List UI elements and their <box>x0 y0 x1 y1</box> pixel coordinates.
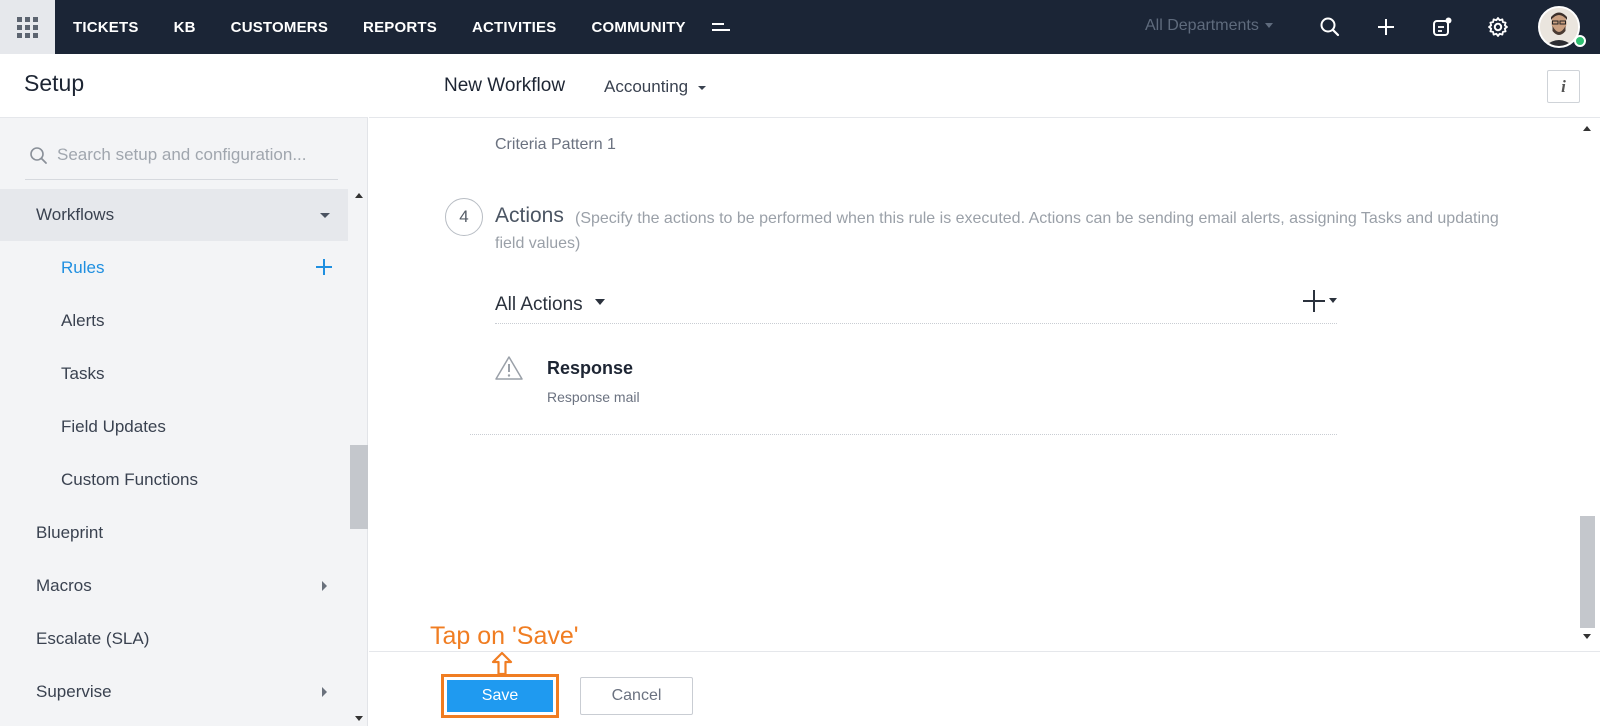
actions-heading: Actions <box>495 204 564 227</box>
action-title[interactable]: Response <box>547 358 633 379</box>
sidebar-item-label: Custom Functions <box>61 470 198 489</box>
plus-icon[interactable] <box>1374 15 1398 39</box>
search-icon <box>30 147 47 164</box>
main-scroll-thumb[interactable] <box>1580 516 1595 628</box>
sidebar-item-label: Rules <box>61 258 105 277</box>
page-title: Setup <box>24 70 85 96</box>
workflow-title: New Workflow <box>444 75 566 96</box>
chevron-down-icon <box>1264 23 1273 29</box>
department-dropdown[interactable]: Accounting <box>604 77 707 97</box>
sidebar-item-label: Macros <box>36 576 92 595</box>
sidebar-item-label: Supervise <box>36 682 112 701</box>
sidebar-scroll-thumb[interactable] <box>350 445 368 529</box>
sidebar-item-label: Escalate (SLA) <box>36 629 150 648</box>
sidebar-item-workflows[interactable]: Workflows <box>0 189 348 241</box>
divider <box>470 434 1337 435</box>
nav-community[interactable]: COMMUNITY <box>591 19 685 36</box>
sidebar-item-tasks[interactable]: Tasks <box>0 348 348 400</box>
add-rule-icon[interactable] <box>315 258 333 276</box>
nav-kb[interactable]: KB <box>174 19 196 36</box>
scroll-down-icon[interactable] <box>1583 634 1591 639</box>
scroll-up-icon[interactable] <box>355 193 363 198</box>
sidebar-item-supervise[interactable]: Supervise <box>0 666 348 718</box>
setup-sidebar: Setup Workflows Rules Alerts Tasks Field… <box>0 54 368 726</box>
step-number: 4 <box>445 198 483 236</box>
search-input[interactable] <box>57 140 337 170</box>
sidebar-item-custom-functions[interactable]: Custom Functions <box>0 454 348 506</box>
sidebar-item-escalate-sla[interactable]: Escalate (SLA) <box>0 613 348 665</box>
chevron-down-icon <box>320 212 330 218</box>
main-nav: TICKETS KB CUSTOMERS REPORTS ACTIVITIES … <box>55 0 731 54</box>
sidebar-item-label: Alerts <box>61 311 105 330</box>
sidebar-item-rules[interactable]: Rules <box>0 242 348 294</box>
warning-icon <box>495 356 523 380</box>
department-label: All Departments <box>1145 17 1259 34</box>
divider <box>495 323 1337 324</box>
save-button[interactable]: Save <box>447 680 553 712</box>
compose-icon[interactable] <box>1430 15 1454 39</box>
chevron-down-icon <box>594 298 605 305</box>
actions-description: (Specify the actions to be performed whe… <box>495 210 1499 252</box>
all-actions-label: All Actions <box>495 294 583 315</box>
nav-tickets[interactable]: TICKETS <box>73 19 139 36</box>
sidebar-item-label: Field Updates <box>61 417 166 436</box>
chevron-right-icon <box>322 581 327 591</box>
nav-reports[interactable]: REPORTS <box>363 19 437 36</box>
scroll-up-icon[interactable] <box>1583 126 1591 131</box>
scroll-down-icon[interactable] <box>355 716 363 721</box>
sidebar-item-label: Workflows <box>36 205 115 224</box>
nav-customers[interactable]: CUSTOMERS <box>231 19 328 36</box>
chevron-right-icon <box>322 687 327 697</box>
setup-search <box>25 134 338 180</box>
gear-icon[interactable] <box>1486 15 1510 39</box>
apps-grid-button[interactable] <box>0 0 55 54</box>
info-button[interactable]: i <box>1547 70 1580 103</box>
department-value: Accounting <box>604 77 689 96</box>
workflow-header: New Workflow Accounting i <box>369 54 1600 118</box>
top-navigation-bar: TICKETS KB CUSTOMERS REPORTS ACTIVITIES … <box>0 0 1600 54</box>
tap-instruction: Tap on 'Save' <box>430 622 579 650</box>
all-actions-dropdown[interactable]: All Actions <box>495 294 605 316</box>
user-avatar-icon <box>1540 8 1578 46</box>
cancel-button[interactable]: Cancel <box>580 677 693 715</box>
arrow-up-icon <box>491 651 513 676</box>
sidebar-item-label: Tasks <box>61 364 105 383</box>
sidebar-item-macros[interactable]: Macros <box>0 560 348 612</box>
action-subtitle: Response mail <box>547 389 640 405</box>
department-selector[interactable]: All Departments <box>1145 17 1273 35</box>
sidebar-item-blueprint[interactable]: Blueprint <box>0 507 348 559</box>
apps-grid-icon <box>17 16 38 38</box>
nav-activities[interactable]: ACTIVITIES <box>472 19 557 36</box>
online-status-dot <box>1574 35 1586 47</box>
sidebar-item-field-updates[interactable]: Field Updates <box>0 401 348 453</box>
more-menu-icon[interactable] <box>709 20 731 34</box>
search-icon[interactable] <box>1318 15 1342 39</box>
sidebar-item-alerts[interactable]: Alerts <box>0 295 348 347</box>
sidebar-item-label: Blueprint <box>36 523 104 542</box>
setup-header: Setup <box>0 54 368 118</box>
criteria-pattern-text: Criteria Pattern 1 <box>495 136 616 153</box>
add-action-button[interactable] <box>1302 289 1342 313</box>
chevron-down-icon <box>698 85 707 90</box>
